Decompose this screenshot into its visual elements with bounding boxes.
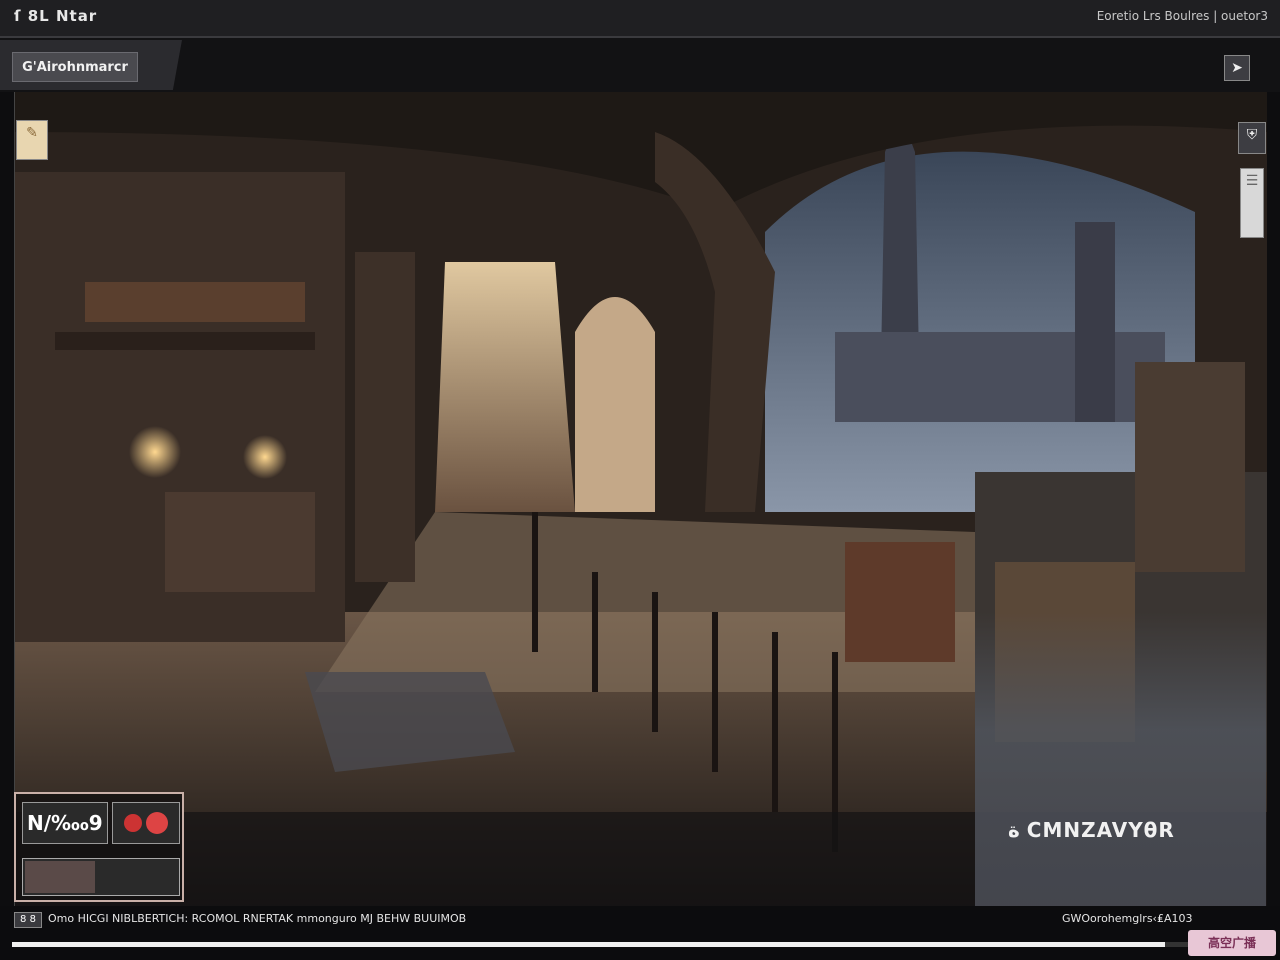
info-panel-label: ة CMNZAVYθR [1008,818,1175,842]
bottom-right-info: GWOοrohemglrs‹₤A103 [1062,912,1193,925]
progress-bar [12,942,1252,947]
chevron-icon[interactable]: ➤ [1224,55,1250,81]
status-text: Omo HICGI NIBLBERTICH: RCOMOL RNERTAK mm… [48,912,467,925]
item-slot[interactable] [112,802,180,844]
shield-icon[interactable]: ⛨ [1238,122,1266,154]
sub-bar [0,38,1280,92]
card-icon[interactable]: ☰ [1240,168,1264,238]
top-right-info: Eoretio Lrs Boulres | ouetor3 [1096,9,1268,23]
slot-thumbnail [25,861,95,893]
info-panel [975,612,1266,906]
hud-panel: N/‱9 [14,792,184,902]
progress-fill [12,942,1166,947]
hud-counter[interactable]: N/‱9 [22,802,108,844]
window-title: ſ 8L Ntаr [14,7,98,25]
tab-main[interactable]: G'Airohnmarcr [12,52,138,82]
secondary-slot[interactable] [22,858,180,896]
top-bar: ſ 8L Ntаr Eoretio Lrs Boulres | ouetor3 [0,0,1280,38]
watermark-logo: 高空广播 [1188,930,1276,956]
creature-icon [124,812,168,834]
scroll-icon[interactable]: ✎ [16,120,48,160]
bottom-left-badge[interactable]: 8 8 [14,912,42,928]
